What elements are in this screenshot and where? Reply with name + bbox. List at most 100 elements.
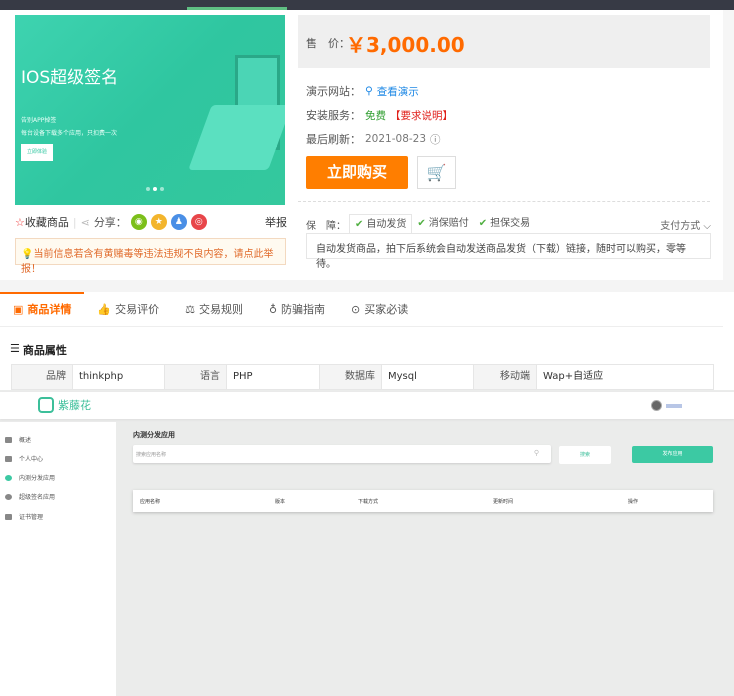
info-icon[interactable]: ⓘ bbox=[430, 132, 441, 147]
install-note-link[interactable]: 【要求说明】 bbox=[390, 108, 453, 123]
payment-label: 支付方式 bbox=[660, 220, 701, 232]
circle-icon: ⊙ bbox=[351, 303, 361, 316]
banner-title: IOS超级签名 bbox=[21, 68, 119, 88]
scrollbar[interactable] bbox=[723, 10, 734, 290]
divider bbox=[298, 201, 710, 202]
weibo-icon[interactable]: ◎ bbox=[190, 214, 207, 230]
install-row: 安装服务： 免费 【要求说明】 bbox=[306, 107, 453, 123]
install-value: 免费 bbox=[365, 109, 386, 122]
banner-button[interactable]: 立即体验 bbox=[21, 144, 53, 161]
sign-icon bbox=[5, 493, 12, 500]
payment-method-dropdown[interactable]: 支付方式 ⌵ bbox=[660, 217, 711, 232]
top-bar bbox=[0, 0, 734, 10]
report-link[interactable]: 举报 bbox=[265, 214, 287, 230]
section-gap bbox=[0, 280, 734, 292]
list-search-icon: ☰ bbox=[10, 342, 20, 355]
product-banner: IOS超级签名 告别APP掉签 每台设备下载多个应用，只扣费一次 立即体验 bbox=[15, 15, 285, 205]
cart-button[interactable]: 🛒 bbox=[417, 156, 456, 189]
column-header: 操作 bbox=[628, 499, 639, 505]
sidebar-item-super-sign[interactable]: 超级签名应用 bbox=[5, 492, 55, 501]
demo-label: 演示网站： bbox=[306, 85, 361, 98]
embedded-page-title: 内测分发应用 bbox=[133, 431, 175, 439]
scale-icon: ⚖ bbox=[185, 303, 195, 316]
embedded-screenshot: 紫藤花 概述 个人中心 内测分发应用 超级签名应用 证书管理 内测分发应用 搜索… bbox=[0, 390, 734, 696]
details-icon: ▣ bbox=[13, 303, 24, 316]
notice-text: 当前信息若含有黄赌毒等违法违规不良内容，请点此举报！ bbox=[21, 249, 274, 275]
tab-label: 交易评价 bbox=[115, 303, 160, 316]
lightbulb-icon: 💡 bbox=[21, 249, 34, 260]
active-nav-indicator bbox=[187, 7, 287, 10]
attr-value: Wap+自适应 bbox=[543, 371, 604, 382]
tab-label: 交易规则 bbox=[198, 303, 243, 316]
sidebar-item-profile[interactable]: 个人中心 bbox=[5, 454, 43, 463]
report-notice[interactable]: 💡当前信息若含有黄赌毒等违法违规不良内容，请点此举报！ bbox=[15, 238, 286, 275]
cart-icon: 🛒 bbox=[426, 163, 447, 182]
demo-row: 演示网站： ⚲ 查看演示 bbox=[306, 83, 419, 99]
search-button[interactable]: 搜索 bbox=[559, 446, 611, 464]
attributes-heading: ☰ 商品属性 bbox=[10, 342, 67, 358]
attr-key: 品牌 bbox=[12, 365, 73, 389]
sidebar-label: 内测分发应用 bbox=[19, 475, 56, 482]
sidebar-item-certs[interactable]: 证书管理 bbox=[5, 512, 43, 521]
favorite-button[interactable]: 收藏商品 bbox=[25, 214, 69, 230]
sidebar-label: 概述 bbox=[19, 437, 32, 444]
embedded-header: 紫藤花 bbox=[0, 392, 734, 419]
guarantee-label: 保 障： bbox=[306, 220, 346, 232]
tab-anti-fraud[interactable]: ♁ 防骗指南 bbox=[256, 292, 338, 326]
refresh-label: 最后刷新： bbox=[306, 133, 361, 146]
banner-line1: 告别APP掉签 bbox=[21, 117, 57, 124]
carousel-dots[interactable] bbox=[146, 187, 164, 191]
price-label: 售 价： bbox=[306, 37, 350, 50]
tab-details[interactable]: ▣ 商品详情 bbox=[0, 292, 85, 326]
sidebar-item-beta[interactable]: 内测分发应用 bbox=[5, 473, 55, 482]
thumbs-up-icon: 👍 bbox=[97, 303, 112, 316]
column-header: 应用名称 bbox=[140, 499, 161, 505]
guarantee-tab-auto[interactable]: ✔ 自动发货 bbox=[349, 214, 413, 234]
tab-label: 防骗指南 bbox=[281, 303, 326, 316]
sidebar-item-overview[interactable]: 概述 bbox=[5, 435, 31, 444]
logo-text: 紫藤花 bbox=[58, 399, 91, 412]
tab-label: 商品详情 bbox=[27, 303, 72, 316]
share-icon: ⋖ bbox=[80, 215, 90, 229]
sidebar-label: 个人中心 bbox=[19, 456, 44, 463]
separator: | bbox=[72, 215, 77, 229]
guarantee-tab-escrow[interactable]: ✔ 担保交易 bbox=[474, 214, 535, 234]
tab-reviews[interactable]: 👍 交易评价 bbox=[84, 292, 172, 326]
guarantee-description: 自动发货商品，拍下后系统会自动发送商品发货（下载）链接，随时可以购买，零等待。 bbox=[306, 233, 711, 270]
illustration-device bbox=[188, 105, 285, 170]
guarantee-row: 保 障： ✔ 自动发货 ✔ 消保赔付 ✔ 担保交易 支付方式 ⌵ bbox=[306, 214, 711, 234]
user-name-blurred bbox=[666, 403, 682, 408]
attr-value: Mysql bbox=[382, 365, 474, 389]
app-search-input[interactable]: 搜索应用名称 ⚲ bbox=[133, 445, 551, 463]
attributes-title: 商品属性 bbox=[22, 344, 67, 357]
publish-app-button[interactable]: 发布应用 bbox=[632, 446, 713, 463]
price-value: ￥3,000.00 bbox=[346, 33, 465, 57]
user-icon bbox=[5, 455, 12, 462]
search-icon: ⚲ bbox=[533, 449, 539, 457]
attributes-table: 品牌 thinkphp 语言 PHP 数据库 Mysql 移动端 Wap+自适应 bbox=[11, 364, 714, 390]
banner-line2: 每台设备下载多个应用，只扣费一次 bbox=[21, 130, 118, 137]
logo: 紫藤花 bbox=[38, 397, 91, 413]
monitor-icon bbox=[5, 436, 12, 443]
tab-buyer-guide[interactable]: ⊙ 买家必读 bbox=[338, 292, 421, 326]
tab-rules[interactable]: ⚖ 交易规则 bbox=[172, 292, 256, 326]
refresh-date: 2021-08-23 bbox=[365, 133, 427, 145]
tab-label: 自动发货 bbox=[366, 219, 407, 230]
install-label: 安装服务： bbox=[306, 109, 361, 122]
demo-link[interactable]: 查看演示 bbox=[377, 84, 419, 99]
user-menu[interactable] bbox=[651, 400, 682, 411]
guarantee-tab-insurance[interactable]: ✔ 消保赔付 bbox=[412, 214, 473, 234]
column-header: 下载方式 bbox=[358, 499, 379, 505]
attr-value: thinkphp bbox=[73, 365, 165, 389]
chevron-down-icon: ⌵ bbox=[700, 220, 711, 232]
product-actions: ☆ 收藏商品 | ⋖ 分享： ◉ ★ ♟ ◎ 举报 bbox=[15, 214, 287, 230]
attr-key: 移动端 bbox=[474, 365, 537, 389]
buy-now-button[interactable]: 立即购买 bbox=[306, 156, 408, 189]
check-icon: ✔ bbox=[355, 219, 364, 230]
wechat-icon[interactable]: ◉ bbox=[130, 214, 147, 230]
tab-label: 消保赔付 bbox=[428, 218, 469, 229]
detail-tabs: ▣ 商品详情 👍 交易评价 ⚖ 交易规则 ♁ 防骗指南 ⊙ 买家必读 bbox=[0, 292, 723, 327]
qq-icon[interactable]: ♟ bbox=[170, 214, 187, 230]
star-icon: ☆ bbox=[15, 215, 25, 229]
qzone-icon[interactable]: ★ bbox=[150, 214, 167, 230]
